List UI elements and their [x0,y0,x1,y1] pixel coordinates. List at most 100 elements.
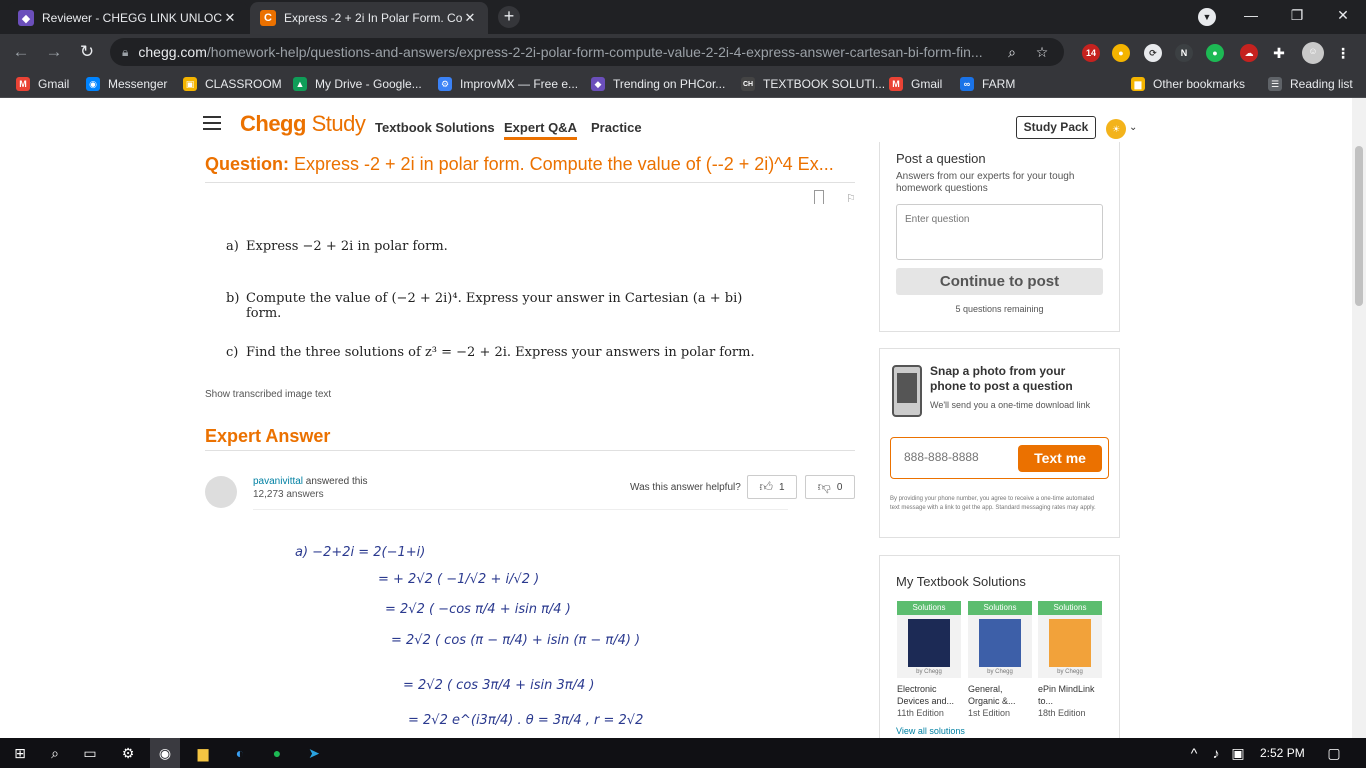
windows-taskbar: ⊞ ⌕ ▭ ⚙ ◉ ▆ ◐ ● ➤ ^ ♪ ▣ 2:52 PM ▢ [0,738,1366,768]
nav-expert-qa[interactable]: Expert Q&A [504,120,577,140]
problem-part-a: a) Express −2 + 2i in polar form. [226,239,448,254]
hamburger-menu-icon[interactable] [203,116,221,130]
bookmark-classroom[interactable]: ▣ CLASSROOM [183,76,282,92]
thumbs-up-button[interactable]: 👍︎ 1 [747,475,797,499]
bookmark-my-drive[interactable]: ▲ My Drive - Google... [293,76,422,92]
helpful-prompt: Was this answer helpful? [630,482,741,493]
scroll-thumb[interactable] [1355,146,1363,306]
bookmark-phcorner[interactable]: ◆ Trending on PHCor... [591,76,725,92]
bookmark-improvmx[interactable]: ⚙ ImprovMX — Free e... [438,76,578,92]
telegram-icon[interactable]: ➤ [304,743,324,763]
bookmark-other[interactable]: ▆ Other bookmarks [1131,76,1245,92]
tab-close-icon[interactable]: ✕ [222,10,238,26]
menu-kebab-icon[interactable]: ⋮ [1334,44,1352,62]
close-window-button[interactable]: ✕ [1320,0,1366,32]
zoom-icon[interactable]: ⌕ [1002,44,1022,61]
volume-icon[interactable]: ♪ [1206,743,1226,763]
tab-search-icon[interactable]: ▼ [1198,8,1216,26]
drive-icon: ▲ [293,77,307,91]
bookmark-farm[interactable]: ∞ FARM [960,76,1015,92]
bookmark-textbook-solutions[interactable]: CH TEXTBOOK SOLUTI... [741,76,885,92]
file-explorer-icon[interactable]: ▆ [193,743,213,763]
textbook-cover[interactable]: Solutions by Chegg [1038,601,1102,678]
answerer-line: pavanivittal answered this [253,476,368,487]
post-question-subtitle: Answers from our experts for your tough … [896,171,1075,194]
nav-practice[interactable]: Practice [591,120,642,135]
settings-icon[interactable]: ⚙ [118,743,138,763]
book-title[interactable]: General, Organic &... 1st Edition [968,683,1032,719]
chegg-favicon-icon: C [260,10,276,26]
minimize-button[interactable]: — [1228,0,1274,32]
textbook-cover[interactable]: Solutions by Chegg [897,601,961,678]
farm-icon: ∞ [960,77,974,91]
post-question-title: Post a question [896,151,986,166]
answerer-avatar [205,476,237,508]
handwritten-answer-image: a) −2+2i = 2(−1+i) = + 2√2 ( −1/√2 + i/√… [253,509,788,738]
handwritten-line: = 2√2 e^(i3π/4) . θ = 3π/4 , r = 2√2 [408,713,644,728]
view-all-solutions-link[interactable]: View all solutions [896,726,965,736]
chegg-study-logo[interactable]: Chegg Study [240,111,366,137]
book-cover-image [1049,619,1091,667]
answerer-name-link[interactable]: pavanivittal [253,476,303,487]
show-transcribed-link[interactable]: Show transcribed image text [205,389,331,400]
extension-green-icon[interactable]: ● [1206,44,1224,62]
forward-arrow-icon[interactable]: → [43,41,65,63]
nav-textbook-solutions[interactable]: Textbook Solutions [375,120,495,135]
chrome-taskbar-icon[interactable]: ◉ [150,738,180,768]
search-icon[interactable]: ⌕ [45,743,65,763]
thumbs-down-button[interactable]: 👎︎ 0 [805,475,855,499]
user-avatar[interactable]: ☀ [1106,119,1126,139]
back-arrow-icon[interactable]: ← [10,41,32,63]
extension-new-icon[interactable]: N [1175,44,1193,62]
tray-chevron-icon[interactable]: ^ [1184,743,1204,763]
phone-number-input[interactable] [904,450,1014,464]
windows-start-icon[interactable]: ⊞ [10,743,30,763]
task-view-icon[interactable]: ▭ [80,743,100,763]
puzzle-icon[interactable]: ✚ [1270,44,1288,62]
problem-part-c: c) Find the three solutions of z³ = −2 + … [226,345,755,360]
book-cover-image [979,619,1021,667]
study-pack-button[interactable]: Study Pack [1016,116,1096,139]
tab-favicon-icon: ◆ [18,10,34,26]
tab-reviewer[interactable]: ◆ Reviewer - CHEGG LINK UNLOCK ✕ [8,2,248,34]
reading-list-icon: ☰ [1268,77,1282,91]
question-input[interactable] [896,204,1103,260]
thumbs-up-icon: 👍︎ [759,479,774,494]
continue-to-post-button[interactable]: Continue to post [896,268,1103,295]
bookmark-gmail[interactable]: M Gmail [16,76,69,92]
snap-title: Snap a photo from your phone to post a q… [930,364,1073,393]
bookmark-reading-list[interactable]: ☰ Reading list [1268,76,1353,92]
bookmark-gmail-2[interactable]: M Gmail [889,76,942,92]
divider [205,182,855,183]
new-tab-button[interactable]: + [498,6,520,28]
bookmark-icon[interactable] [814,190,824,204]
network-icon[interactable]: ▣ [1228,743,1248,763]
extension-badge-icon[interactable]: 14 [1082,44,1100,62]
lock-icon: 🔒︎ [122,44,129,59]
handwritten-line: = 2√2 ( cos (π − π/4) + isin (π − π/4) ) [391,633,641,648]
maximize-button[interactable]: ❐ [1274,0,1320,32]
extension-cloud-icon[interactable]: ☁ [1240,44,1258,62]
tab-close-icon[interactable]: ✕ [462,10,478,26]
extension-coin-icon[interactable]: ● [1112,44,1130,62]
book-title[interactable]: Electronic Devices and... 11th Edition [897,683,961,719]
address-bar[interactable]: 🔒︎ chegg.com/homework-help/questions-and… [110,38,1064,66]
tab-chegg-question[interactable]: C Express -2 + 2i In Polar Form. Cor ✕ [250,2,488,34]
answer-count: 12,273 answers [253,489,324,500]
text-me-button[interactable]: Text me [1018,445,1102,472]
profile-avatar-icon[interactable]: ☺ [1302,42,1324,64]
flag-icon[interactable]: ⚐ [846,192,856,205]
chevron-down-icon[interactable]: ⌄ [1129,122,1137,133]
notification-icon[interactable]: ▢ [1324,743,1344,763]
clock[interactable]: 2:52 PM [1260,746,1305,760]
spotify-icon[interactable]: ● [267,743,287,763]
edge-icon[interactable]: ◐ [230,743,250,763]
page-scrollbar[interactable] [1352,98,1366,738]
bookmark-messenger[interactable]: ◉ Messenger [86,76,167,92]
textbook-cover[interactable]: Solutions by Chegg [968,601,1032,678]
extension-refresh-icon[interactable]: ⟳ [1144,44,1162,62]
bookmark-star-icon[interactable]: ☆ [1032,44,1052,61]
book-title[interactable]: ePin MindLink to... 18th Edition [1038,683,1102,719]
reload-icon[interactable]: ↻ [76,41,98,63]
handwritten-line: a) −2+2i = 2(−1+i) [295,545,426,560]
